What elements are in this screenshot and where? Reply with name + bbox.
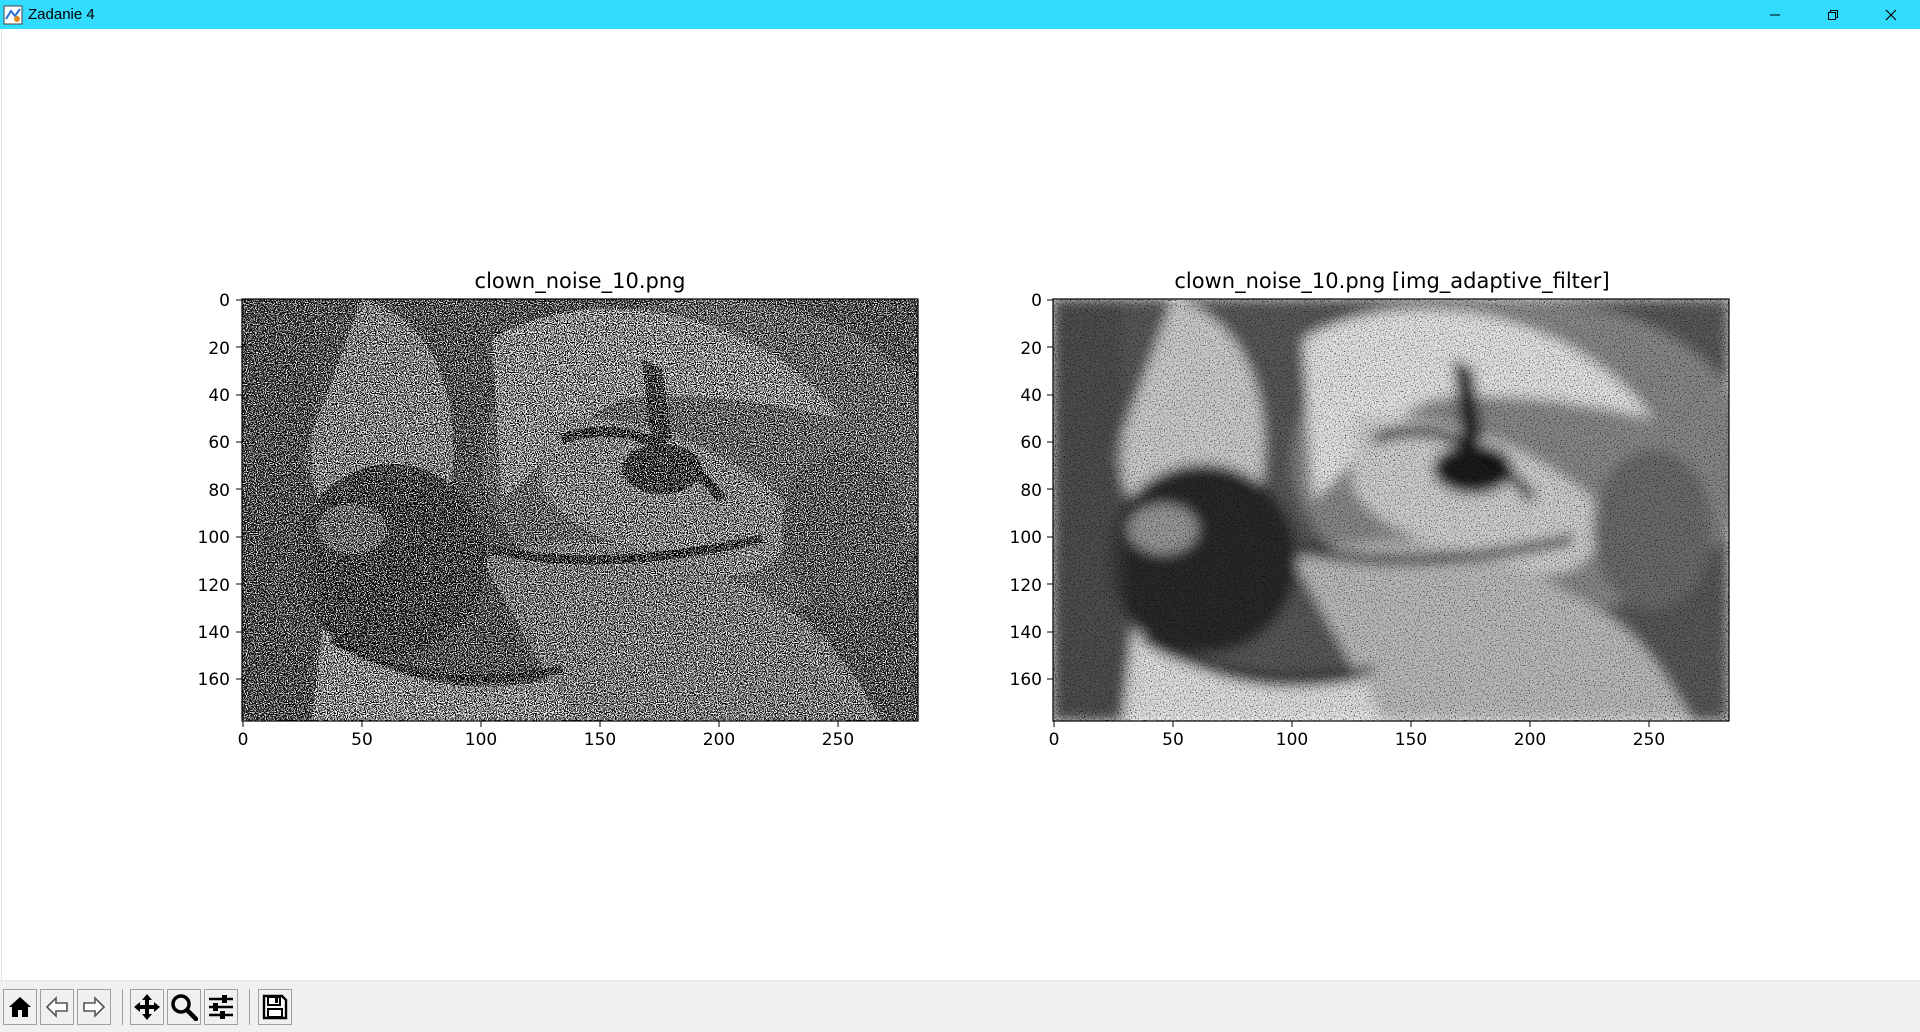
x-tick-label: 150 <box>584 730 616 750</box>
pan-button[interactable] <box>130 989 164 1025</box>
back-icon <box>45 996 68 1018</box>
image-noisy <box>242 299 942 721</box>
x-tick-labels: 0 50 100 150 200 250 <box>1049 730 1666 750</box>
app-icon <box>3 5 23 24</box>
figure-canvas[interactable]: clown_noise_10.png 0 20 40 60 80 100 120… <box>1 29 1920 980</box>
y-tick-label: 80 <box>1020 481 1042 501</box>
y-tick-labels: 0 20 40 60 80 100 120 140 160 <box>1010 291 1042 690</box>
forward-icon <box>83 996 106 1018</box>
x-tick-label: 100 <box>1276 730 1308 750</box>
title-bar: Zadanie 4 <box>0 0 1920 29</box>
x-tick-label: 100 <box>465 730 497 750</box>
configure-subplots-button[interactable] <box>204 989 238 1025</box>
x-tick-label: 200 <box>1514 730 1546 750</box>
pan-icon <box>134 994 160 1020</box>
x-ticks <box>1053 721 1650 727</box>
close-button[interactable] <box>1862 0 1920 29</box>
axes-title: clown_noise_10.png <box>475 269 686 294</box>
y-tick-label: 0 <box>1031 291 1042 311</box>
save-icon <box>262 994 288 1020</box>
y-tick-label: 40 <box>1020 386 1042 406</box>
y-tick-label: 100 <box>1010 528 1042 548</box>
y-ticks <box>1047 299 1053 680</box>
forward-button[interactable] <box>77 989 111 1025</box>
toolbar-separator <box>249 989 250 1025</box>
navigation-toolbar <box>0 980 1920 1032</box>
x-tick-label: 0 <box>1049 730 1060 750</box>
x-tick-label: 250 <box>1633 730 1665 750</box>
back-button[interactable] <box>40 989 74 1025</box>
axes-left[interactable]: clown_noise_10.png 0 20 40 60 80 100 120… <box>198 269 942 750</box>
y-tick-label: 0 <box>219 291 230 311</box>
zoom-button[interactable] <box>167 989 201 1025</box>
home-icon <box>9 997 31 1017</box>
y-tick-label: 140 <box>198 623 230 643</box>
toolbar-separator <box>122 989 123 1025</box>
home-button[interactable] <box>3 989 37 1025</box>
y-tick-label: 20 <box>208 339 230 359</box>
x-tick-label: 200 <box>703 730 735 750</box>
window-title: Zadanie 4 <box>28 6 95 23</box>
zoom-icon <box>171 994 198 1021</box>
x-tick-label: 150 <box>1395 730 1427 750</box>
y-ticks <box>236 299 242 680</box>
x-tick-labels: 0 50 100 150 200 250 <box>238 730 855 750</box>
y-tick-label: 60 <box>1020 433 1042 453</box>
y-tick-label: 160 <box>1010 670 1042 690</box>
x-tick-label: 50 <box>351 730 373 750</box>
y-tick-labels: 0 20 40 60 80 100 120 140 160 <box>198 291 230 690</box>
y-tick-label: 120 <box>1010 576 1042 596</box>
y-tick-label: 60 <box>208 433 230 453</box>
restore-icon <box>1828 9 1838 20</box>
y-tick-label: 40 <box>208 386 230 406</box>
x-tick-label: 0 <box>238 730 249 750</box>
x-tick-label: 50 <box>1162 730 1184 750</box>
x-tick-label: 250 <box>822 730 854 750</box>
axes-title: clown_noise_10.png [img_adaptive_filter] <box>1174 269 1609 294</box>
y-tick-label: 160 <box>198 670 230 690</box>
minimize-button[interactable] <box>1746 0 1804 29</box>
y-tick-label: 100 <box>198 528 230 548</box>
save-button[interactable] <box>258 989 292 1025</box>
y-tick-label: 120 <box>198 576 230 596</box>
y-tick-label: 140 <box>1010 623 1042 643</box>
y-tick-label: 80 <box>208 481 230 501</box>
x-ticks <box>242 721 839 727</box>
y-tick-label: 20 <box>1020 339 1042 359</box>
minimize-icon <box>1770 14 1780 15</box>
axes-right[interactable]: clown_noise_10.png [img_adaptive_filter]… <box>1010 269 1753 750</box>
restore-button[interactable] <box>1804 0 1862 29</box>
configure-subplots-icon <box>209 995 233 1019</box>
image-filtered <box>1053 299 1753 721</box>
close-icon <box>1885 9 1897 20</box>
